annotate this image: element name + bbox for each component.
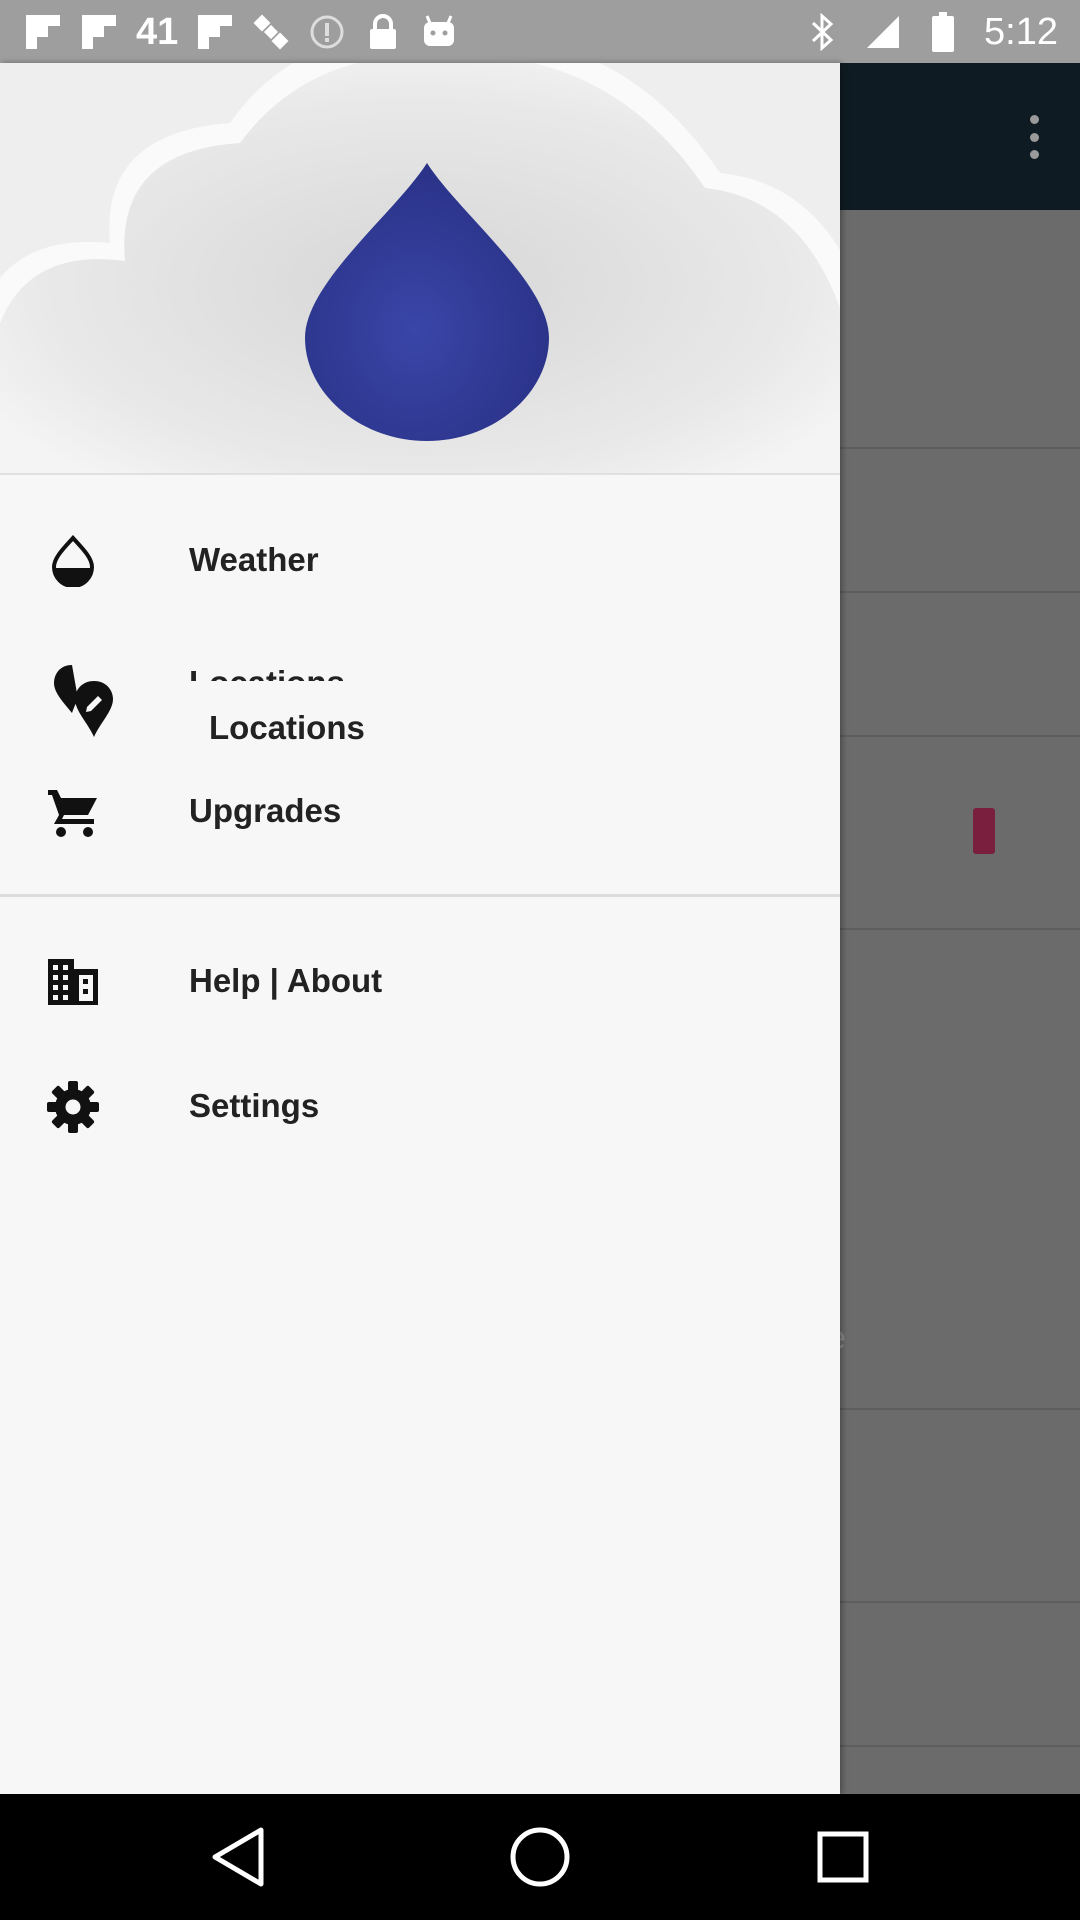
status-bar: 41 5:12	[0, 0, 1080, 63]
drawer-item-locations[interactable]: Locations Locations	[0, 655, 840, 765]
flipboard-icon	[24, 13, 62, 51]
drawer-item-settings[interactable]: Settings	[0, 1051, 840, 1161]
drawer-item-label: Weather	[189, 541, 319, 578]
battery-icon	[924, 12, 962, 52]
raindrop-cloud-logo	[0, 63, 840, 473]
water-drop-icon	[44, 532, 102, 590]
notification-count: 41	[136, 11, 179, 53]
recents-icon[interactable]	[810, 1824, 876, 1890]
drawer-item-label: Help | About	[189, 962, 383, 999]
clock: 5:12	[984, 11, 1058, 53]
drawer-item-upgrades[interactable]: Upgrades	[0, 756, 840, 866]
gear-icon	[44, 1078, 102, 1136]
system-nav-bar	[0, 1794, 1080, 1920]
drawer-item-help-about[interactable]: Help | About	[0, 926, 840, 1036]
info-icon	[308, 13, 346, 51]
bluetooth-icon	[804, 13, 842, 51]
drawer-header	[0, 63, 840, 475]
status-bar-notifications: 41	[24, 8, 458, 56]
drawer-item-label: Settings	[189, 1087, 320, 1124]
status-bar-system: 5:12	[804, 8, 1058, 56]
back-icon[interactable]	[206, 1824, 272, 1890]
flipboard-icon	[196, 13, 234, 51]
navigation-drawer: Weather Locations Locations Upgrades Hel…	[0, 63, 840, 1794]
signal-icon	[864, 13, 902, 51]
building-icon	[44, 953, 102, 1011]
cart-icon	[44, 783, 102, 841]
drawer-item-label: Upgrades	[189, 792, 342, 829]
drawer-divider	[0, 894, 840, 897]
overflow-menu-icon[interactable]	[1022, 115, 1046, 159]
android-icon	[420, 13, 458, 51]
drawer-item-weather[interactable]: Weather	[0, 505, 840, 615]
flipboard-icon	[80, 13, 118, 51]
edit-location-icon	[50, 663, 120, 743]
satellite-icon	[252, 13, 290, 51]
home-icon[interactable]	[507, 1824, 573, 1890]
status-badge	[973, 808, 995, 854]
lock-icon	[364, 13, 402, 51]
